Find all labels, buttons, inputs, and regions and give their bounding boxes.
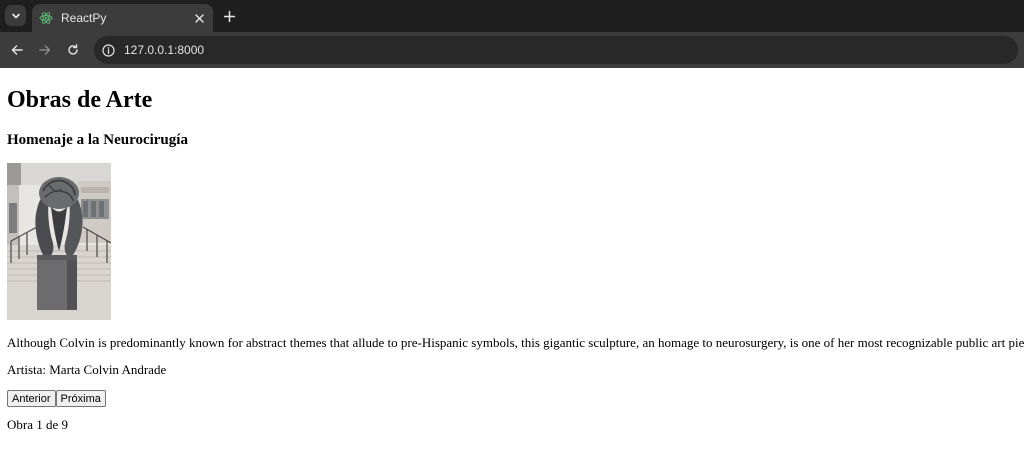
plus-icon — [223, 10, 235, 22]
artwork-counter: Obra 1 de 9 — [7, 417, 69, 432]
tab-title: ReactPy — [61, 11, 107, 25]
browser-toolbar: 127.0.0.1:8000 — [0, 32, 1024, 68]
forward-arrow-icon — [39, 45, 51, 55]
reload-button[interactable] — [64, 41, 82, 59]
page-title: Obras de Arte — [7, 87, 153, 113]
browser-tab[interactable]: ReactPy — [32, 4, 213, 32]
browser-tab-strip: ReactPy — [0, 0, 1024, 32]
navigation-buttons: Anterior Próxima — [7, 390, 106, 407]
back-button[interactable] — [8, 41, 26, 59]
artwork-description: Although Colvin is predominantly known f… — [7, 335, 1024, 350]
info-icon[interactable] — [100, 42, 116, 58]
forward-button[interactable] — [36, 41, 54, 59]
reload-icon — [68, 44, 78, 55]
chevron-down-icon — [11, 13, 20, 18]
address-bar[interactable]: 127.0.0.1:8000 — [94, 36, 1018, 64]
next-button[interactable]: Próxima — [55, 390, 106, 407]
react-icon — [39, 11, 53, 25]
close-icon[interactable] — [191, 10, 207, 26]
artist-name: Artista: Marta Colvin Andrade — [7, 362, 167, 377]
new-tab-button[interactable] — [220, 7, 238, 25]
artwork-image — [7, 163, 111, 320]
artwork-title: Homenaje a la Neurocirugía — [7, 132, 188, 148]
previous-button[interactable]: Anterior — [7, 390, 56, 407]
back-arrow-icon — [11, 45, 23, 55]
url-text[interactable]: 127.0.0.1:8000 — [124, 43, 204, 57]
tab-search-button[interactable] — [5, 5, 26, 26]
